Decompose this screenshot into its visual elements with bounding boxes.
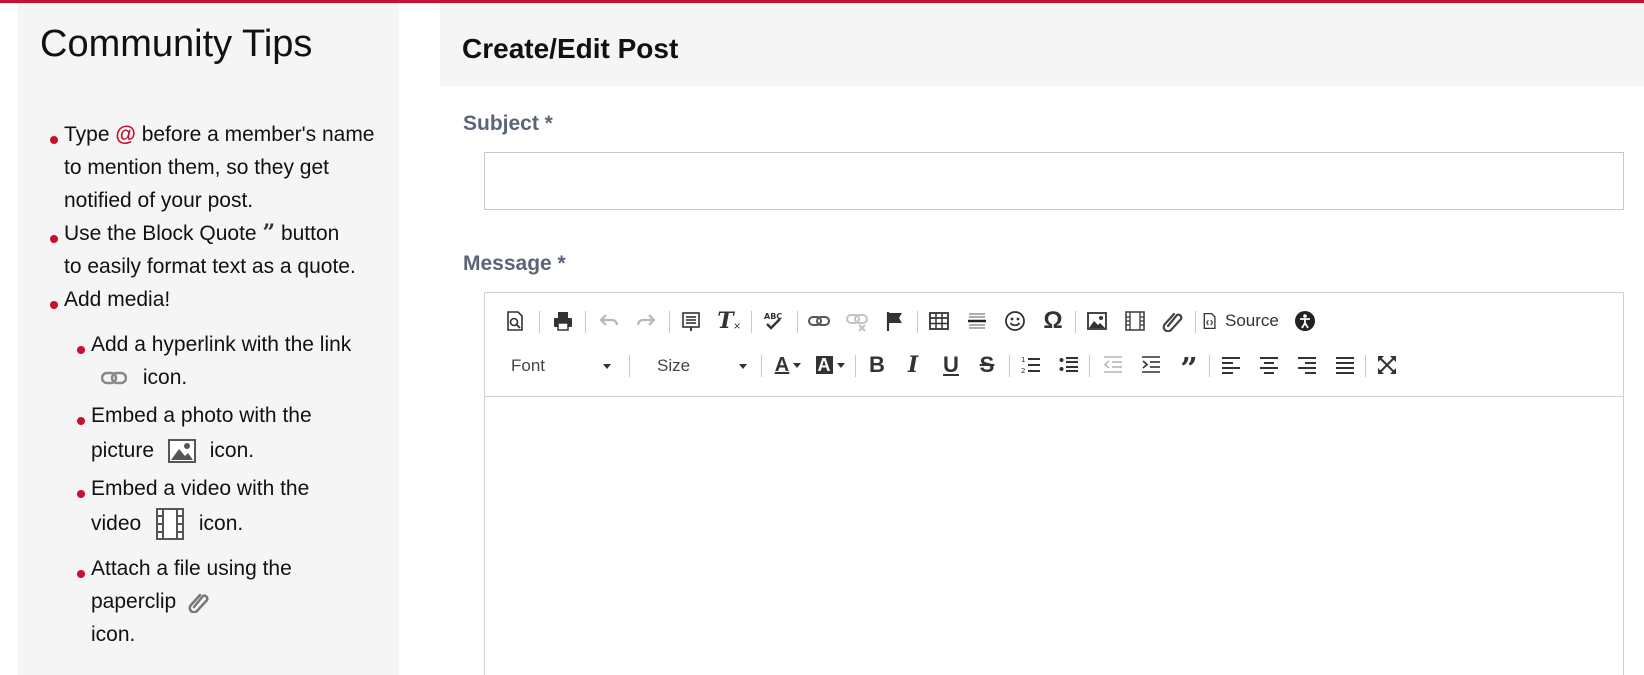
toolbar-separator [585,311,586,333]
strikethrough-icon[interactable]: S [971,349,1003,381]
toolbar-separator [629,355,630,377]
chevron-down-icon [793,362,802,368]
bullet-icon [50,136,58,144]
smiley-icon[interactable] [999,305,1031,337]
undo-icon[interactable] [593,305,625,337]
text-color-button[interactable]: A [769,349,807,381]
toolbar-separator [1209,355,1210,377]
attach-icon[interactable] [1157,305,1189,337]
font-select[interactable]: Font [489,351,617,381]
redo-icon[interactable] [630,305,662,337]
text-color-icon: A [774,354,790,376]
svg-text:1: 1 [1021,356,1025,364]
toolbar-separator [539,311,540,333]
link-icon [101,372,127,385]
toolbar-separator [1089,355,1090,377]
bg-color-button[interactable]: A [811,349,849,381]
toolbar-separator [797,311,798,333]
image-icon [167,439,196,464]
tip-attach: Attach a file using the paperclip icon. [91,557,292,646]
anchor-flag-icon[interactable] [879,305,911,337]
chevron-down-icon [603,363,611,369]
outdent-icon[interactable] [1097,349,1129,381]
bullet-icon [77,417,85,425]
source-button[interactable]: Source [1201,305,1291,337]
toolbar-separator [751,311,752,333]
justify-icon[interactable] [1329,349,1361,381]
image-icon[interactable] [1081,305,1113,337]
video-icon[interactable] [1119,305,1151,337]
toolbar-separator [1365,355,1366,377]
bullet-icon [77,346,85,354]
bullet-icon [77,570,85,578]
source-icon [1203,312,1216,330]
toolbar-separator [1009,355,1010,377]
blockquote-icon: ” [262,220,276,246]
unlink-icon[interactable] [841,305,873,337]
toolbar-separator [917,311,918,333]
bullet-icon [77,490,85,498]
maximize-icon[interactable] [1371,349,1403,381]
video-icon [156,508,185,541]
toolbar-row-1: T × ABC Ω Source [485,301,1623,341]
at-symbol: @ [115,123,136,146]
blockquote-icon[interactable]: ” [1173,349,1205,385]
tip-mention: Type @ before a member's name to mention… [64,118,375,217]
preview-icon[interactable] [499,305,531,337]
chevron-down-icon [836,362,845,368]
tip-mention-line2: to mention them, so they get [64,156,329,179]
align-right-icon[interactable] [1291,349,1323,381]
toolbar-separator [1075,311,1076,333]
page-title: Create/Edit Post [462,33,679,64]
tip-list: Type @ before a member's name to mention… [18,3,399,675]
table-icon[interactable] [923,305,955,337]
community-tips-panel: Community Tips Type @ before a member's … [18,3,399,675]
tip-mention-line1: Type @ before a member's name [64,123,375,146]
tip-add-media: Add media! [64,288,171,311]
bulleted-list-icon[interactable] [1053,349,1085,381]
tip-video: Embed a video with the video icon. [91,472,309,541]
special-char-icon[interactable]: Ω [1037,305,1069,337]
subject-label: Subject * [463,112,553,135]
toolbar-row-2: Font Size A A B I U S 12 ” [485,345,1623,385]
message-editor: T × ABC Ω Source Font Size A A B I U S 1… [484,292,1624,675]
tip-hyperlink: Add a hyperlink with the link icon. [91,333,352,389]
tip-blockquote-line1: Use the Block Quote ” button [64,220,340,246]
align-center-icon[interactable] [1253,349,1285,381]
tip-blockquote-line2: to easily format text as a quote. [64,255,356,278]
paperclip-icon [188,594,209,614]
indent-icon[interactable] [1135,349,1167,381]
paste-from-word-icon[interactable] [675,305,707,337]
size-select[interactable]: Size [635,351,753,381]
link-icon[interactable] [803,305,835,337]
message-content-area[interactable] [485,398,1623,675]
italic-icon[interactable]: I [897,349,929,381]
accessibility-icon[interactable] [1289,305,1321,337]
align-left-icon[interactable] [1215,349,1247,381]
underline-icon[interactable]: U [935,349,967,381]
message-label: Message * [463,252,566,275]
bullet-icon [50,301,58,309]
tip-blockquote: Use the Block Quote ” button to easily f… [64,217,356,283]
bullet-icon [50,235,58,243]
print-icon[interactable] [547,305,579,337]
bold-icon[interactable]: B [861,349,893,381]
horizontal-line-icon[interactable] [961,305,993,337]
toolbar-separator [761,355,762,377]
editor-toolbar: T × ABC Ω Source Font Size A A B I U S 1… [485,293,1623,397]
chevron-down-icon [739,363,747,369]
subject-input[interactable] [484,152,1624,210]
tip-photo: Embed a photo with the picture icon. [91,404,312,464]
spellcheck-icon[interactable]: ABC [757,305,789,337]
toolbar-separator [1195,311,1196,333]
toolbar-separator [669,311,670,333]
numbered-list-icon[interactable]: 12 [1015,349,1047,381]
svg-text:2: 2 [1021,367,1025,375]
page-header: Create/Edit Post [440,3,1644,86]
toolbar-separator [855,355,856,377]
bg-color-icon: A [815,355,833,375]
tip-mention-line3: notified of your post. [64,189,254,212]
remove-format-icon[interactable]: T × [713,305,745,337]
